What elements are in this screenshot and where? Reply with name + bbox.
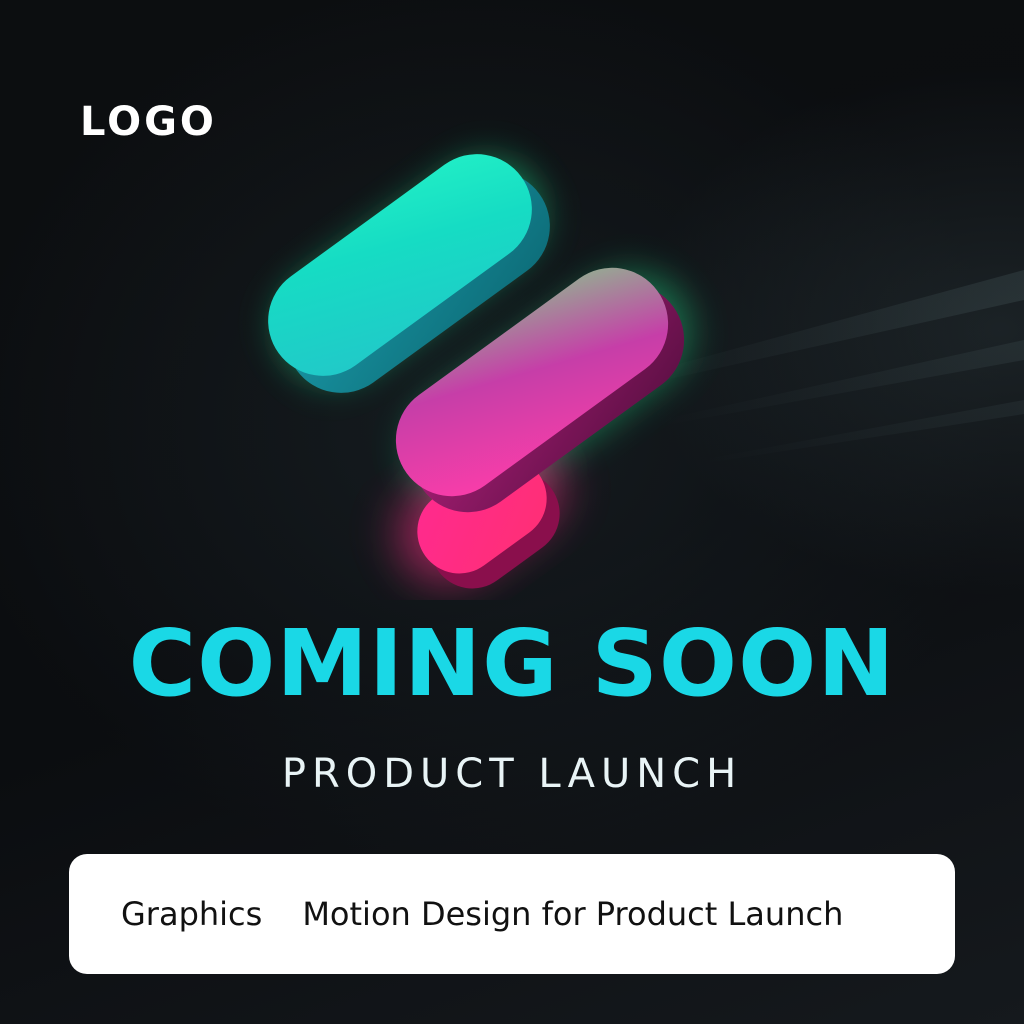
tag-category: Graphics: [121, 895, 263, 933]
subheadline-product-launch: PRODUCT LAUNCH: [281, 751, 743, 797]
project-tag-card: Graphics Motion Design for Product Launc…: [69, 854, 955, 974]
headline-coming-soon: COMING SOON: [128, 610, 896, 717]
tag-title: Motion Design for Product Launch: [302, 895, 844, 933]
two-pill-logo-mark-icon: [268, 154, 691, 589]
brand-logo-text: LOGO: [80, 99, 217, 145]
